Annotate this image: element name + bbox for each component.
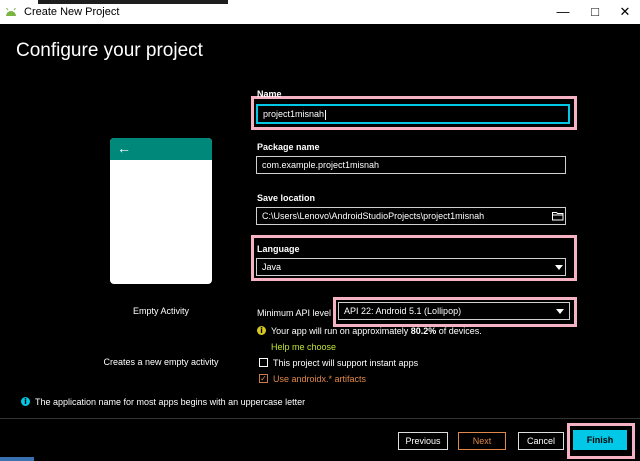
checkmark-icon: ✓	[260, 374, 267, 383]
name-input-value: project1misnah	[263, 109, 325, 119]
text-cursor	[325, 109, 327, 120]
help-me-choose-link[interactable]: Help me choose	[271, 342, 336, 352]
cancel-button[interactable]: Cancel	[518, 432, 564, 450]
package-input-value: com.example.project1misnah	[262, 160, 380, 170]
next-button[interactable]: Next	[458, 432, 506, 450]
save-location-value: C:\Users\Lenovo\AndroidStudioProjects\pr…	[262, 211, 485, 221]
taskbar-strip	[0, 457, 34, 461]
minimize-button[interactable]: —	[548, 0, 578, 24]
language-select[interactable]: Java	[256, 258, 566, 276]
template-preview[interactable]: ←	[110, 138, 212, 284]
back-arrow-icon: ←	[117, 140, 131, 156]
chevron-down-icon	[555, 265, 563, 270]
language-select-value: Java	[262, 262, 282, 272]
package-label: Package name	[257, 142, 320, 152]
footer-divider	[0, 418, 640, 419]
androidx-checkbox[interactable]: ✓	[259, 374, 268, 383]
finish-button[interactable]: Finish	[573, 430, 627, 450]
title-bar: Create New Project — □ ✕	[0, 0, 640, 24]
folder-icon[interactable]	[552, 211, 564, 221]
maximize-button[interactable]: □	[580, 0, 610, 24]
api-coverage-percent: 80.2%	[410, 326, 437, 336]
api-level-label: Minimum API level	[257, 308, 332, 318]
info-icon: i	[257, 326, 266, 335]
instant-apps-checkbox[interactable]	[259, 358, 268, 367]
package-input[interactable]: com.example.project1misnah	[256, 156, 566, 174]
info-icon: i	[21, 397, 30, 406]
name-label: Name	[257, 89, 282, 99]
minimize-icon: —	[556, 4, 570, 19]
android-studio-icon	[6, 7, 16, 16]
save-location-input[interactable]: C:\Users\Lenovo\AndroidStudioProjects\pr…	[256, 207, 566, 225]
language-label: Language	[257, 244, 300, 254]
menu-strip	[38, 0, 228, 4]
template-description: Creates a new empty activity	[103, 357, 219, 367]
window-title: Create New Project	[24, 6, 120, 18]
api-level-select-value: API 22: Android 5.1 (Lollipop)	[344, 306, 462, 316]
name-input[interactable]: project1misnah	[256, 104, 570, 124]
maximize-icon: □	[591, 4, 599, 19]
save-location-label: Save location	[257, 193, 316, 203]
template-name: Empty Activity	[132, 306, 189, 316]
api-coverage-suffix: of devices.	[436, 326, 482, 336]
page-title: Configure your project	[16, 40, 203, 61]
previous-button[interactable]: Previous	[398, 432, 448, 450]
api-coverage-prefix: Your app will run on approximately	[271, 326, 411, 336]
instant-apps-label: This project will support instant apps	[273, 358, 419, 368]
close-icon: ✕	[619, 4, 631, 19]
close-button[interactable]: ✕	[610, 0, 640, 24]
chevron-down-icon	[556, 309, 564, 314]
api-coverage-text: Your app will run on approximately 80.2%…	[271, 326, 482, 336]
footer-note: The application name for most apps begin…	[35, 397, 306, 407]
api-level-select[interactable]: API 22: Android 5.1 (Lollipop)	[338, 302, 570, 320]
androidx-label: Use androidx.* artifacts	[273, 374, 367, 384]
